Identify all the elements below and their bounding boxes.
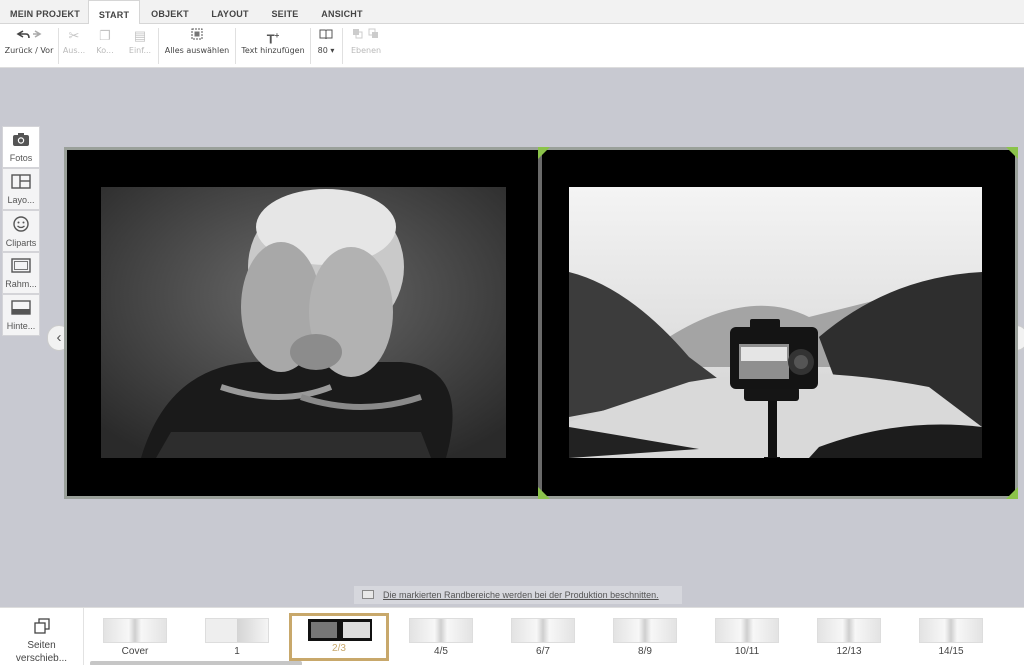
crop-marker xyxy=(538,487,550,499)
crop-marker xyxy=(1006,147,1018,159)
page-thumb-4-5[interactable]: 4/5 xyxy=(407,616,475,660)
scissors-icon: ✂ xyxy=(68,28,80,43)
paste-button[interactable]: ▤ Einf... xyxy=(124,26,156,64)
tab-layout[interactable]: LAYOUT xyxy=(204,0,256,24)
smiley-icon xyxy=(13,216,29,232)
background-icon xyxy=(11,300,31,315)
thumb-preview xyxy=(308,619,372,641)
crop-marker xyxy=(1006,487,1018,499)
page-thumb-12-13[interactable]: 12/13 xyxy=(815,616,883,660)
page-thumb-cover[interactable]: Cover xyxy=(101,616,169,660)
page-thumb-1[interactable]: 1 xyxy=(203,616,271,660)
layout-icon xyxy=(11,174,31,189)
chevron-left-icon: ‹ xyxy=(56,329,62,346)
ribbon-divider xyxy=(58,28,59,64)
shift-pages-button[interactable]: Seiten verschieb... xyxy=(0,608,84,665)
ribbon-divider xyxy=(310,28,311,64)
undo-redo-icon xyxy=(2,26,56,46)
left-page[interactable] xyxy=(64,147,538,499)
crop-marker xyxy=(538,147,550,159)
pages-stack-icon xyxy=(33,618,50,634)
tool-frames[interactable]: Rahm... xyxy=(2,252,40,294)
page-thumbnail-strip: Seiten verschieb... Cover 1 2/3 4/5 6/7 … xyxy=(0,607,1024,665)
ribbon-divider xyxy=(235,28,236,64)
ribbon-divider xyxy=(158,28,159,64)
copy-button[interactable]: ❐ Ko... xyxy=(90,26,120,64)
page-thumb-14-15[interactable]: 14/15 xyxy=(917,616,985,660)
tab-seite[interactable]: SEITE xyxy=(262,0,308,24)
paste-icon: ▤ xyxy=(133,28,147,43)
zoom-dropdown[interactable]: 80 ▾ xyxy=(313,26,339,64)
tab-ansicht[interactable]: ANSICHT xyxy=(314,0,370,24)
tool-layouts[interactable]: Layo... xyxy=(2,168,40,210)
tab-objekt[interactable]: OBJEKT xyxy=(144,0,196,24)
page-thumb-2-3[interactable]: 2/3 xyxy=(289,613,389,661)
left-tool-panel: Fotos Layo... Cliparts Rahm... Hinte... xyxy=(2,126,40,336)
layers-icon xyxy=(346,26,386,46)
menu-tab-bar: MEIN PROJEKT START OBJEKT LAYOUT SEITE A… xyxy=(0,0,1024,25)
page-thumb-8-9[interactable]: 8/9 xyxy=(611,616,679,660)
notice-marker-icon xyxy=(362,590,374,599)
layers-button[interactable]: Ebenen xyxy=(346,26,386,64)
select-all-button[interactable]: Alles auswählen xyxy=(162,26,232,64)
text-add-icon: T+ xyxy=(266,31,280,47)
book-icon xyxy=(313,26,339,46)
right-page[interactable] xyxy=(542,147,1018,499)
chevron-down-icon: ▾ xyxy=(330,46,335,55)
page-thumb-10-11[interactable]: 10/11 xyxy=(713,616,781,660)
photobook-spread xyxy=(64,147,1018,499)
add-text-button[interactable]: T+ Text hinzufügen xyxy=(238,26,308,64)
ribbon-toolbar: Zurück / Vor ✂ Aus... ❐ Ko... ▤ Einf... … xyxy=(0,24,1024,68)
select-all-icon xyxy=(162,26,232,46)
page-thumb-6-7[interactable]: 6/7 xyxy=(509,616,577,660)
camera-icon xyxy=(13,133,29,146)
copy-icon: ❐ xyxy=(99,28,111,43)
cut-button[interactable]: ✂ Aus... xyxy=(60,26,88,64)
frame-icon xyxy=(11,258,31,273)
tool-fotos[interactable]: Fotos xyxy=(2,126,40,168)
tool-backgrounds[interactable]: Hinte... xyxy=(2,294,40,336)
thumbnail-scrollbar[interactable] xyxy=(90,661,302,665)
tab-start[interactable]: START xyxy=(88,0,140,25)
photo-camera-lake[interactable] xyxy=(569,187,982,458)
undo-redo-button[interactable]: Zurück / Vor xyxy=(2,26,56,64)
tool-cliparts[interactable]: Cliparts xyxy=(2,210,40,252)
photo-child-covering-eyes[interactable] xyxy=(101,187,506,458)
tab-mein-projekt[interactable]: MEIN PROJEKT xyxy=(6,0,84,24)
ribbon-divider xyxy=(342,28,343,64)
zoom-value: 80 xyxy=(317,46,328,55)
crop-notice[interactable]: Die markierten Randbereiche werden bei d… xyxy=(354,586,682,604)
